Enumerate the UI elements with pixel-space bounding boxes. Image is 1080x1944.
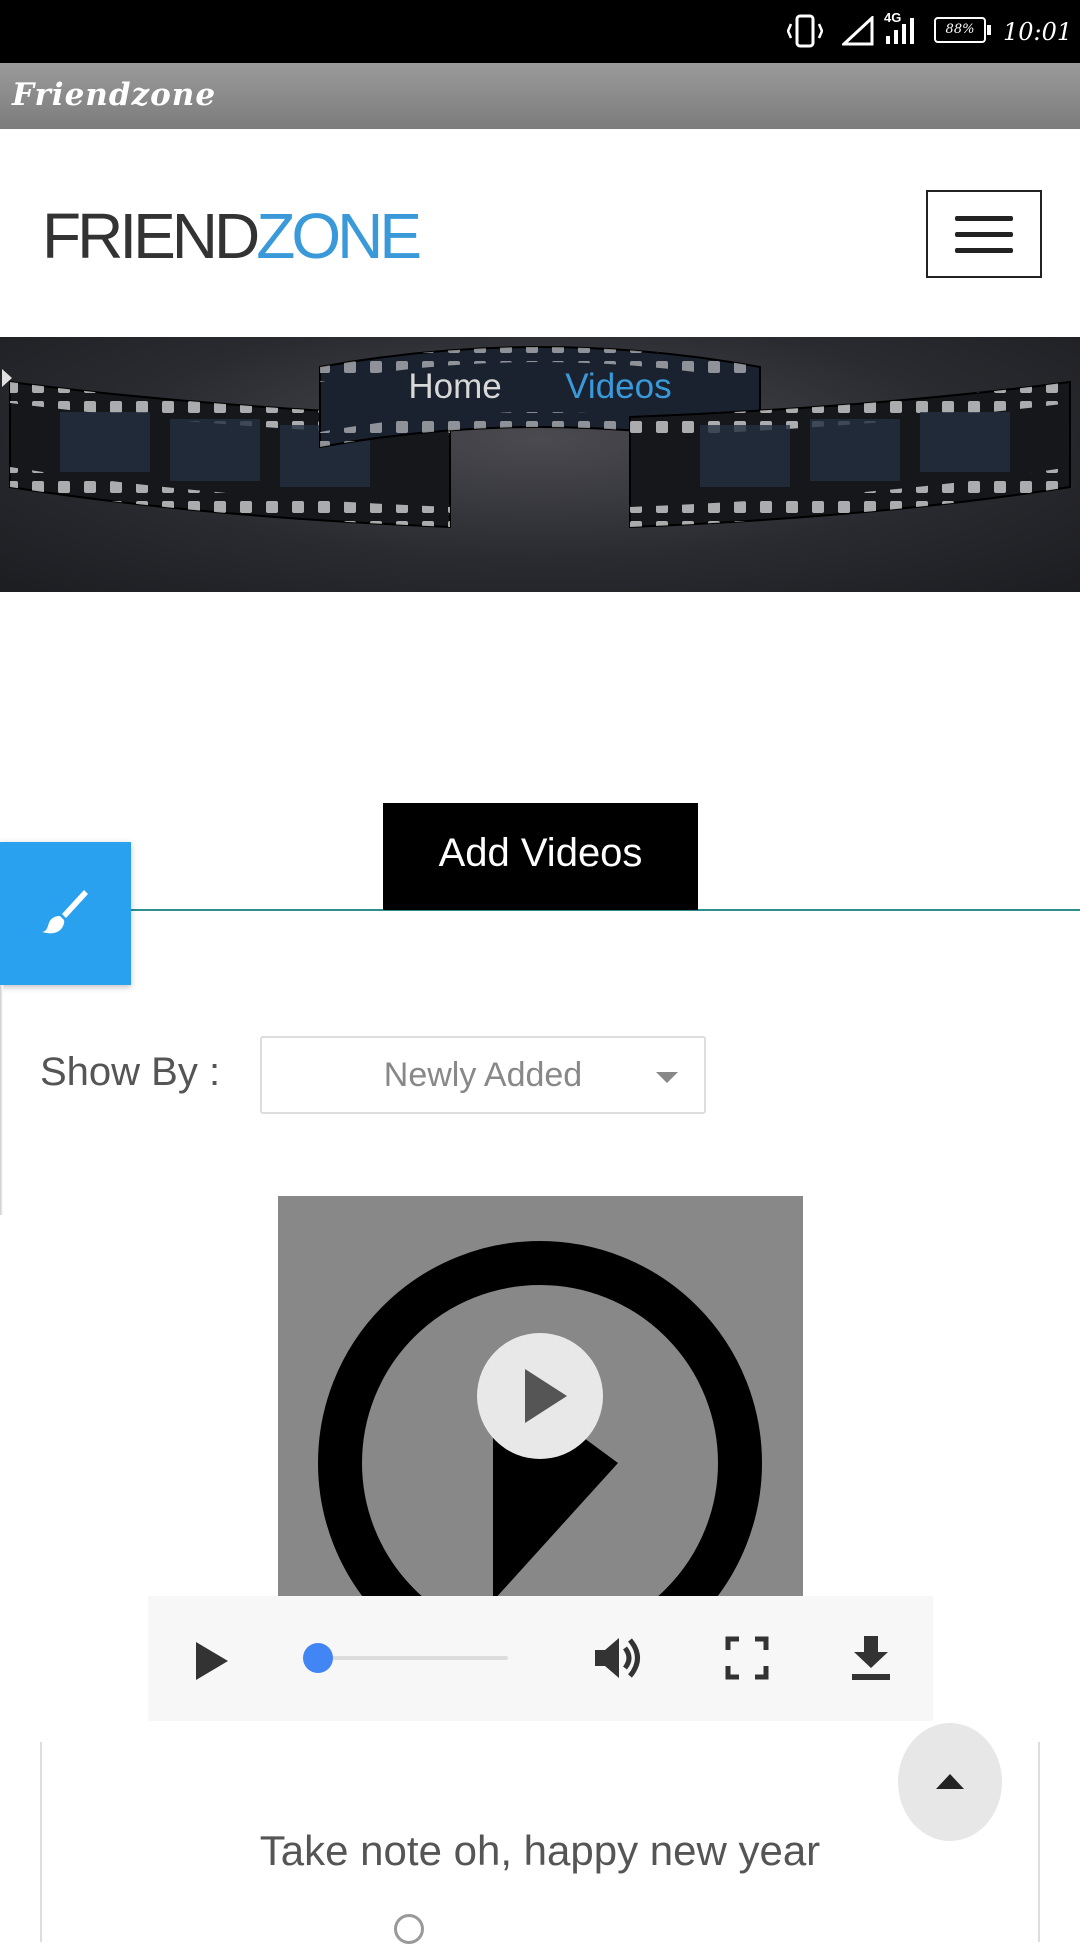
caret-down-icon [656,1072,678,1083]
page-hero-banner: Home Videos [0,337,1080,592]
play-icon[interactable] [196,1642,228,1680]
fullscreen-icon[interactable] [725,1636,769,1680]
add-videos-button[interactable]: Add Videos [383,803,698,910]
paintbrush-icon [42,890,88,934]
sort-dropdown[interactable]: Newly Added [260,1036,706,1114]
sort-selected-value: Newly Added [383,1056,583,1094]
app-title: Friendzone [12,77,217,113]
status-bar: 4G 88% 10:01 [0,0,1080,63]
signal-icon [842,16,874,46]
video-title[interactable]: Take note oh, happy new year [42,1827,1038,1875]
battery-icon: 88% [934,17,991,43]
breadcrumb-home[interactable]: Home [408,367,501,406]
show-by-label: Show By : [40,1050,221,1094]
app-title-bar: Friendzone [0,63,1080,129]
network-indicator: 4G [884,10,920,50]
site-header: FRIENDZONE [0,129,1080,338]
breadcrumb: Home Videos [0,367,1080,407]
seek-knob[interactable] [303,1643,333,1673]
user-icon [394,1914,424,1944]
side-panel-edge [0,985,3,1215]
hamburger-menu-button[interactable] [926,190,1042,278]
play-overlay-button[interactable] [477,1333,603,1459]
video-controls-bar [148,1596,933,1721]
site-logo[interactable]: FRIENDZONE [42,199,422,273]
network-label: 4G [884,10,902,25]
breadcrumb-current: Videos [565,367,672,406]
hamburger-icon [955,216,1013,221]
battery-level: 88% [945,22,975,37]
video-card: Take note oh, happy new year [40,1742,1040,1944]
logo-text-zone: ZONE [256,200,422,272]
seek-bar[interactable] [318,1656,508,1660]
theme-customizer-button[interactable] [0,842,131,985]
clock: 10:01 [1003,18,1073,46]
download-icon[interactable] [850,1634,892,1682]
volume-icon[interactable] [593,1634,645,1682]
scroll-to-top-button[interactable] [898,1723,1002,1841]
logo-text-friend: FRIEND [42,200,260,272]
vibrate-icon [787,14,823,48]
